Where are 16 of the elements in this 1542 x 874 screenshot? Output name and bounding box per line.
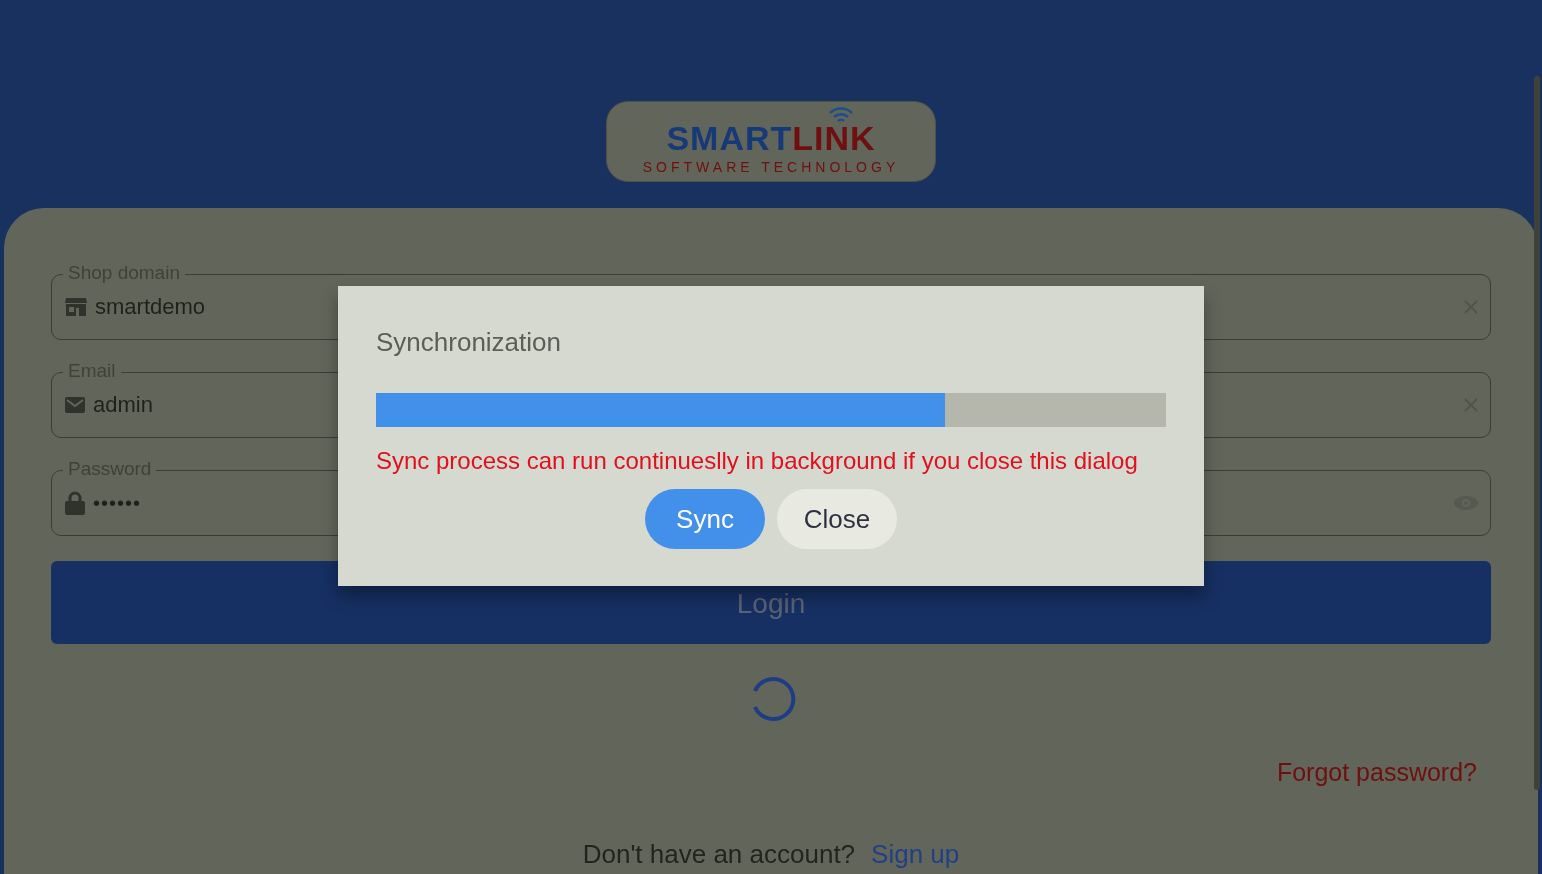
sync-button[interactable]: Sync bbox=[645, 489, 765, 549]
signup-link[interactable]: Sign up bbox=[871, 835, 960, 874]
dialog-title: Synchronization bbox=[376, 326, 562, 358]
field-value: smartdemo bbox=[95, 293, 207, 321]
signup-prompt: Don't have an account? bbox=[582, 838, 856, 871]
lock-icon bbox=[65, 490, 85, 515]
field-value: admin bbox=[93, 391, 154, 419]
close-button[interactable]: Close bbox=[777, 489, 897, 549]
brand-tagline: SOFTWARE TECHNOLOGY bbox=[642, 157, 900, 177]
forgot-password-link[interactable]: Forgot password? bbox=[1276, 753, 1477, 791]
brand-name: SMART bbox=[666, 120, 793, 155]
warning-message: Sync process can run continueslly in background if you close this dialog bbox=[376, 446, 1139, 476]
mail-icon bbox=[65, 396, 85, 413]
field-value: •••••• bbox=[93, 490, 142, 516]
store-icon bbox=[65, 296, 87, 317]
brand-name: LINK bbox=[792, 120, 876, 155]
